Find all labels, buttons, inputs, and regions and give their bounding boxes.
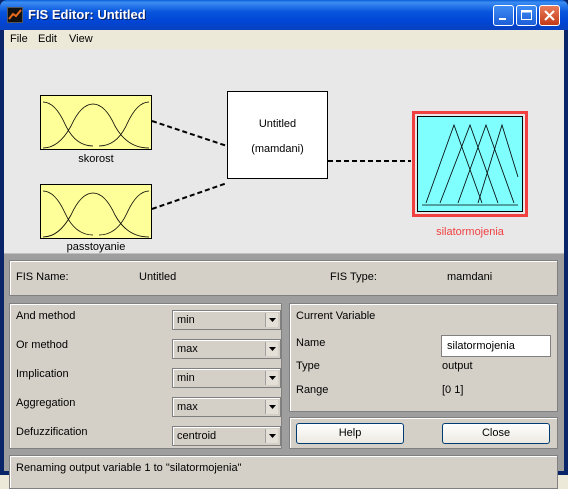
menu-edit[interactable]: Edit [38,33,57,45]
and-method-value: min [177,314,195,326]
close-window-button[interactable] [539,5,560,26]
chevron-down-icon [265,371,278,385]
fis-name-value: Untitled [139,271,177,283]
input-skorost-box[interactable] [40,95,152,150]
chevron-down-icon [265,429,278,443]
and-method-select[interactable]: min [172,310,281,330]
close-button[interactable]: Close [442,423,550,444]
chevron-down-icon [265,313,278,327]
input-skorost-label: skorost [78,153,114,165]
type-value: output [442,360,473,372]
matlab-icon [7,7,23,23]
aggregation-value: max [177,401,198,413]
fis-diagram: skorost passtoyanie Untitled (mamdani) s… [4,49,564,254]
current-variable-frame: Current Variable Name Type output Range … [289,303,558,412]
fis-editor-window: FIS Editor: Untitled File Edit View skor… [0,0,568,489]
methods-frame: And method min Or method max Implication… [9,303,282,449]
menu-bar: File Edit View [4,30,564,49]
input-passtoyanie-label: passtoyanie [66,241,126,253]
control-panel: FIS Name: Untitled FIS Type: mamdani And… [4,254,564,489]
client-area: File Edit View skorost passtoyanie Untit… [4,30,564,489]
fis-name-label: FIS Name: [16,271,69,283]
chevron-down-icon [265,400,278,414]
help-button[interactable]: Help [296,423,404,444]
fis-info-frame: FIS Name: Untitled FIS Type: mamdani [9,260,558,296]
menu-file[interactable]: File [10,33,28,45]
or-method-label: Or method [16,339,68,351]
fis-type-label: FIS Type: [330,271,377,283]
aggregation-label: Aggregation [16,397,76,409]
input-passtoyanie-box[interactable] [40,184,152,239]
defuzzification-value: centroid [177,430,217,442]
system-type: (mamdani) [251,143,304,155]
system-box[interactable]: Untitled (mamdani) [227,91,328,179]
or-method-select[interactable]: max [172,339,281,359]
aggregation-select[interactable]: max [172,397,281,417]
window-title: FIS Editor: Untitled [28,7,146,22]
output-silatormojenia-label: silatormojenia [436,226,504,238]
menu-view[interactable]: View [69,33,93,45]
status-bar: Renaming output variable 1 to "silatormo… [9,455,558,489]
name-label: Name [296,337,326,349]
title-bar[interactable]: FIS Editor: Untitled [0,0,568,30]
maximize-button[interactable] [516,5,537,26]
variable-name-value: silatormojenia [447,340,515,352]
system-name: Untitled [258,118,297,130]
output-silatormojenia-box[interactable] [417,116,523,212]
minimize-button[interactable] [493,5,514,26]
status-message: Renaming output variable 1 to "silatormo… [16,462,242,474]
fis-type-value: mamdani [447,271,493,283]
implication-select[interactable]: min [172,368,281,388]
range-label: Range [296,384,329,396]
chevron-down-icon [265,342,278,356]
current-variable-heading: Current Variable [296,310,376,322]
defuzzification-label: Defuzzification [16,426,88,438]
range-value: [0 1] [442,384,464,396]
defuzzification-select[interactable]: centroid [172,426,281,446]
type-label: Type [296,360,320,372]
or-method-value: max [177,343,198,355]
implication-value: min [177,372,195,384]
variable-name-input[interactable]: silatormojenia [441,335,551,357]
implication-label: Implication [16,368,69,380]
and-method-label: And method [16,310,76,322]
buttons-frame: Help Close [289,417,558,449]
